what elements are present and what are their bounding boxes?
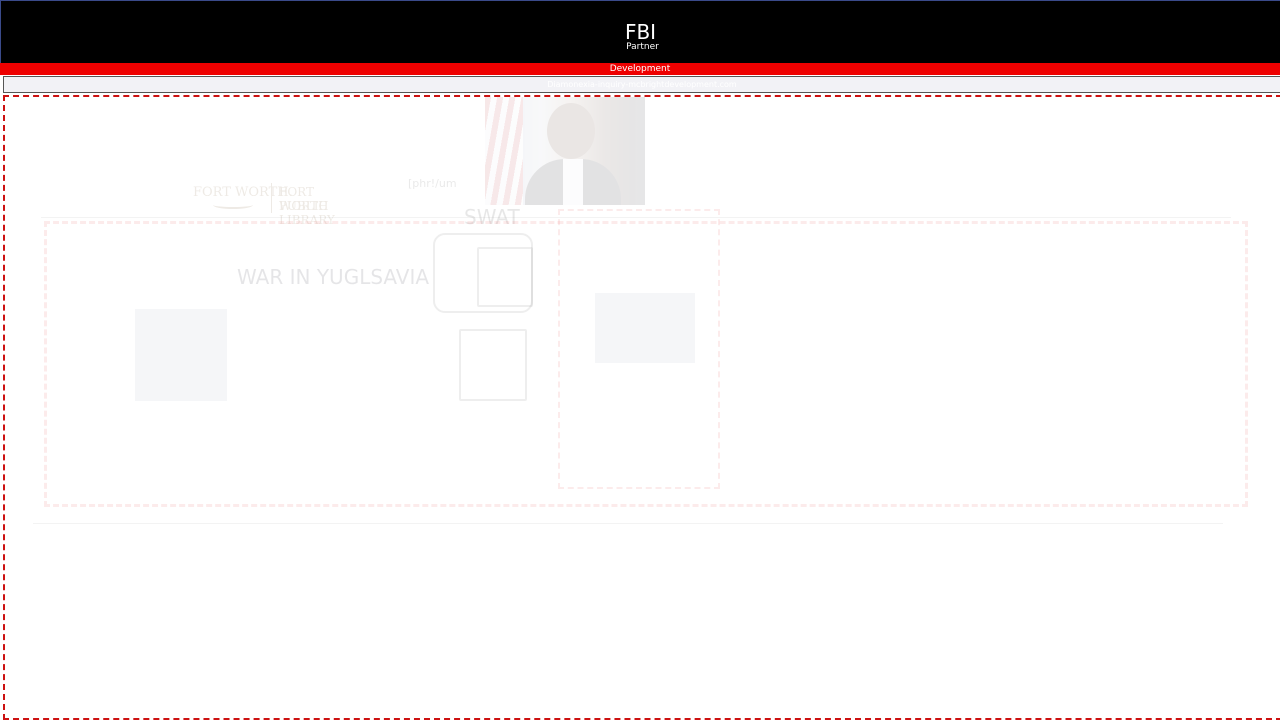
flag-graphic bbox=[485, 97, 523, 205]
app-title: FBI bbox=[624, 20, 657, 44]
portrait-face bbox=[547, 103, 595, 159]
thumbnail-image-left[interactable] bbox=[135, 309, 227, 401]
content-canvas: FORT WORTH. FORT WORTH PUBLIC LIBRARY [p… bbox=[3, 95, 1280, 720]
bottom-divider bbox=[33, 523, 1223, 524]
portrait-image[interactable] bbox=[485, 97, 645, 205]
longhorn-icon bbox=[213, 201, 253, 209]
library-logo[interactable]: FORT WORTH. FORT WORTH PUBLIC LIBRARY bbox=[193, 183, 363, 227]
app-subtitle: Partner bbox=[626, 42, 659, 52]
thumbnail-image-right[interactable] bbox=[595, 293, 695, 363]
logo-divider bbox=[271, 183, 272, 213]
logo-left-text: FORT WORTH. bbox=[193, 185, 293, 200]
environment-banner: Development bbox=[0, 63, 1280, 75]
url-bar[interactable]: Diamonexia-inquiry-mcbrightdevelopment.c… bbox=[3, 76, 1280, 93]
section-title: WAR IN YUGLSAVIA bbox=[237, 265, 430, 289]
portrait-shirt bbox=[563, 159, 583, 205]
frame-box-lower[interactable] bbox=[459, 329, 527, 401]
frame-box-upper[interactable] bbox=[477, 247, 533, 307]
app-header: FBI Partner bbox=[0, 0, 1280, 63]
phrase-text: [phr!/um bbox=[408, 177, 457, 190]
